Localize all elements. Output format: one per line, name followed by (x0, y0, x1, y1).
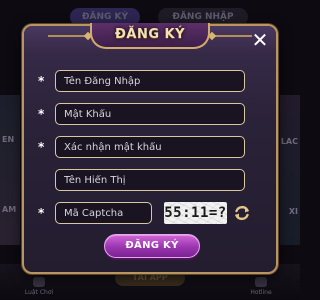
captcha-image: 55:11=? (164, 202, 227, 224)
bg-nav-hotline: Hotline (236, 277, 286, 296)
required-mark: * (38, 206, 45, 220)
bg-right-label: XI (288, 207, 298, 216)
bg-nav-rules-label: Luật Chơi (24, 289, 54, 296)
title-ornament-left (48, 35, 88, 37)
confirm-password-input[interactable] (55, 136, 245, 158)
bg-left-label: AM (2, 205, 17, 214)
refresh-icon (235, 205, 249, 221)
password-input[interactable] (55, 103, 245, 125)
captcha-input[interactable] (55, 202, 152, 224)
captcha-text: 55:11=? (164, 205, 227, 221)
background-right-banner: LAC XI (280, 95, 300, 245)
register-dialog: ĐĂNG KÝ ✕ * * * * 55:11=? (22, 23, 278, 274)
bg-nav-hotline-label: Hotline (250, 289, 272, 296)
background-left-banner: EN AM (0, 95, 20, 245)
close-button[interactable]: ✕ (248, 28, 272, 52)
display-name-input[interactable] (55, 169, 245, 191)
close-icon: ✕ (251, 28, 269, 52)
captcha-refresh-button[interactable] (232, 203, 252, 223)
required-mark: * (38, 107, 45, 121)
title-plate: ĐĂNG KÝ (90, 23, 210, 49)
title-ornament-right (212, 35, 252, 37)
required-mark: * (38, 140, 45, 154)
bg-right-label: LAC (280, 137, 298, 146)
required-mark: * (38, 74, 45, 88)
register-submit-button[interactable]: ĐĂNG KÝ (104, 234, 200, 258)
dialog-title: ĐĂNG KÝ (114, 27, 186, 42)
username-input[interactable] (55, 70, 245, 92)
bg-left-label: EN (2, 135, 15, 144)
hotline-icon (255, 277, 267, 287)
rules-icon (33, 277, 45, 287)
bg-nav-rules: Luật Chơi (14, 277, 64, 296)
